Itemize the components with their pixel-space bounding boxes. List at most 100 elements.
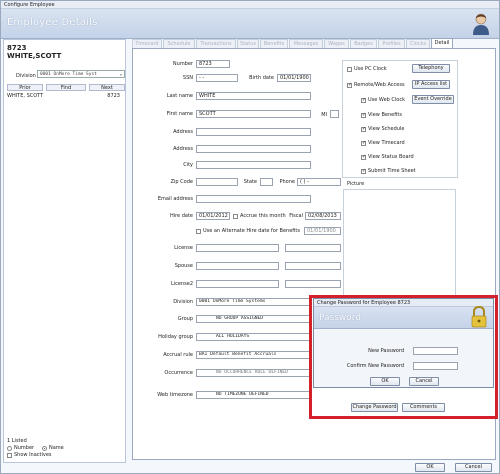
address2-label: Address bbox=[173, 146, 193, 152]
prior-button[interactable]: Prior bbox=[7, 84, 43, 91]
view-timecard-checkbox[interactable]: View Timecard bbox=[361, 140, 405, 146]
checkbox-icon bbox=[233, 213, 238, 219]
banner-title: Employee Details bbox=[7, 17, 98, 28]
tab-clocks[interactable]: Clocks bbox=[406, 39, 430, 48]
chevron-down-icon[interactable]: ▾ bbox=[118, 71, 124, 77]
email-field[interactable] bbox=[196, 195, 311, 203]
address2-field[interactable] bbox=[196, 145, 311, 153]
view-schedule-checkbox[interactable]: View Schedule bbox=[361, 126, 404, 132]
checkbox-checked-icon bbox=[361, 112, 366, 118]
alternate-hire-checkbox[interactable]: Use an Alternate Hire date for Benefits bbox=[196, 228, 300, 234]
listed-count: 1 Listed bbox=[7, 438, 27, 444]
tab-detail[interactable]: Detail bbox=[431, 38, 453, 48]
license-label: License bbox=[174, 245, 193, 251]
state-field[interactable] bbox=[260, 178, 273, 186]
first-name-label: First name bbox=[166, 111, 193, 117]
confirm-password-field[interactable] bbox=[413, 362, 458, 370]
zip-field[interactable] bbox=[196, 178, 238, 186]
zip-label: Zip Code bbox=[170, 179, 193, 185]
tab-benefits[interactable]: Benefits bbox=[260, 39, 288, 48]
license-extra-field[interactable] bbox=[285, 244, 341, 252]
tab-transactions[interactable]: Transactions bbox=[196, 39, 236, 48]
new-password-label: New Password bbox=[368, 348, 404, 354]
employee-id: 8723 bbox=[7, 44, 27, 52]
tab-schedule[interactable]: Schedule bbox=[163, 39, 195, 48]
division-select[interactable]: 0001 OnMore Time Systems bbox=[196, 298, 311, 306]
division-filter-value: 0001 OnMore Time Syst bbox=[40, 72, 97, 77]
find-button[interactable]: Find bbox=[46, 84, 86, 91]
license2-field[interactable] bbox=[196, 280, 279, 288]
change-password-button[interactable]: Change Password bbox=[351, 403, 398, 412]
show-inactives-checkbox[interactable]: Show Inactives bbox=[7, 452, 52, 458]
birth-date-label: Birth date bbox=[249, 75, 274, 81]
phone-field[interactable]: ( ) - bbox=[297, 178, 341, 186]
view-benefits-checkbox[interactable]: View Benefits bbox=[361, 112, 402, 118]
new-password-field[interactable] bbox=[413, 347, 458, 355]
spouse-extra-field[interactable] bbox=[285, 262, 341, 270]
remote-web-label: Remote/Web Access bbox=[354, 82, 405, 88]
license2-extra-field[interactable] bbox=[285, 280, 341, 288]
remote-web-access-checkbox[interactable]: Remote/Web Access bbox=[347, 82, 405, 88]
license-field[interactable] bbox=[196, 244, 279, 252]
telephony-button[interactable]: Telephony bbox=[412, 64, 450, 73]
window-title: Configure Employee bbox=[1, 1, 499, 9]
fiscal-label: Fiscal bbox=[289, 213, 303, 219]
hire-date-field[interactable]: 01/01/2012 bbox=[196, 212, 230, 220]
ok-button[interactable]: OK bbox=[415, 463, 445, 472]
group-value: NO GROUP ASSIGNED bbox=[216, 316, 264, 321]
first-name-field[interactable]: SCOTT bbox=[196, 110, 311, 118]
mi-field[interactable] bbox=[330, 110, 339, 118]
submit-timesheet-label: Submit Time Sheet bbox=[368, 168, 416, 174]
employee-name: WHITE,SCOTT bbox=[7, 52, 62, 60]
tab-profiles[interactable]: Profiles bbox=[378, 39, 405, 48]
checkbox-checked-icon bbox=[361, 154, 366, 160]
show-inactives-label: Show Inactives bbox=[14, 452, 52, 458]
cancel-button[interactable]: Cancel bbox=[455, 463, 492, 472]
number-field[interactable]: 8723 bbox=[196, 60, 230, 68]
holiday-group-label: Holiday group bbox=[158, 334, 193, 340]
city-label: City bbox=[183, 162, 193, 168]
division-field-label: Division bbox=[173, 299, 193, 305]
holiday-group-select[interactable]: ALL HOLIDAYS bbox=[196, 333, 311, 341]
alternate-hire-field[interactable]: 01/01/1900 bbox=[304, 227, 341, 235]
timezone-value: NO TIMEZONE DEFINED bbox=[216, 392, 269, 397]
comments-button[interactable]: Comments bbox=[402, 403, 445, 412]
tab-badges[interactable]: Badges bbox=[350, 39, 377, 48]
ip-access-list-button[interactable]: IP Access list bbox=[412, 80, 450, 89]
dialog-ok-button[interactable]: OK bbox=[370, 377, 400, 386]
tab-messages[interactable]: Messages bbox=[289, 39, 323, 48]
city-field[interactable] bbox=[196, 161, 311, 169]
accrual-rule-select[interactable]: BA1 Default Benefit Accruals bbox=[196, 351, 311, 359]
address1-field[interactable] bbox=[196, 128, 311, 136]
checkbox-icon bbox=[347, 66, 352, 72]
tab-timecard[interactable]: Timecard bbox=[132, 39, 162, 48]
last-name-field[interactable]: WHITE bbox=[196, 92, 311, 100]
submit-time-sheet-checkbox[interactable]: Submit Time Sheet bbox=[361, 168, 416, 174]
accrue-this-month-checkbox[interactable]: Accrue this month bbox=[233, 213, 286, 219]
tab-status[interactable]: Status bbox=[237, 39, 259, 48]
group-select[interactable]: NO GROUP ASSIGNED bbox=[196, 315, 311, 323]
event-override-button[interactable]: Event Override bbox=[412, 95, 454, 104]
checkbox-checked-icon bbox=[361, 126, 366, 132]
view-status-board-checkbox[interactable]: View Status Board bbox=[361, 154, 414, 160]
division-filter-select[interactable]: 0001 OnMore Time Syst ▾ bbox=[37, 70, 125, 78]
use-pc-clock-label: Use PC Clock bbox=[354, 66, 387, 72]
tab-wages[interactable]: Wages bbox=[324, 39, 349, 48]
ssn-field[interactable]: - - bbox=[196, 74, 238, 82]
use-web-clock-checkbox[interactable]: Use Web Clock bbox=[361, 97, 405, 103]
checkbox-checked-icon bbox=[347, 82, 352, 88]
web-timezone-select[interactable]: NO TIMEZONE DEFINED bbox=[196, 391, 311, 399]
list-item[interactable]: WHITE, SCOTT 8723 bbox=[7, 93, 124, 101]
dialog-cancel-button[interactable]: Cancel bbox=[409, 377, 439, 386]
accrual-rule-label: Accrual rule bbox=[163, 352, 193, 358]
occurrence-select[interactable]: NO OCCURRENCE RULE DEFINED bbox=[196, 369, 311, 377]
fiscal-field[interactable]: 02/08/2013 bbox=[305, 212, 341, 220]
birth-date-field[interactable]: 01/01/1900 bbox=[277, 74, 311, 82]
checkbox-checked-icon bbox=[361, 140, 366, 146]
spouse-field[interactable] bbox=[196, 262, 279, 270]
employee-list-panel: 8723 WHITE,SCOTT Division 0001 OnMore Ti… bbox=[3, 39, 126, 463]
sort-number-radio[interactable]: Number bbox=[7, 445, 34, 451]
sort-name-radio[interactable]: Name bbox=[42, 445, 64, 451]
next-button[interactable]: Next bbox=[89, 84, 125, 91]
use-pc-clock-checkbox[interactable]: Use PC Clock bbox=[347, 66, 387, 72]
